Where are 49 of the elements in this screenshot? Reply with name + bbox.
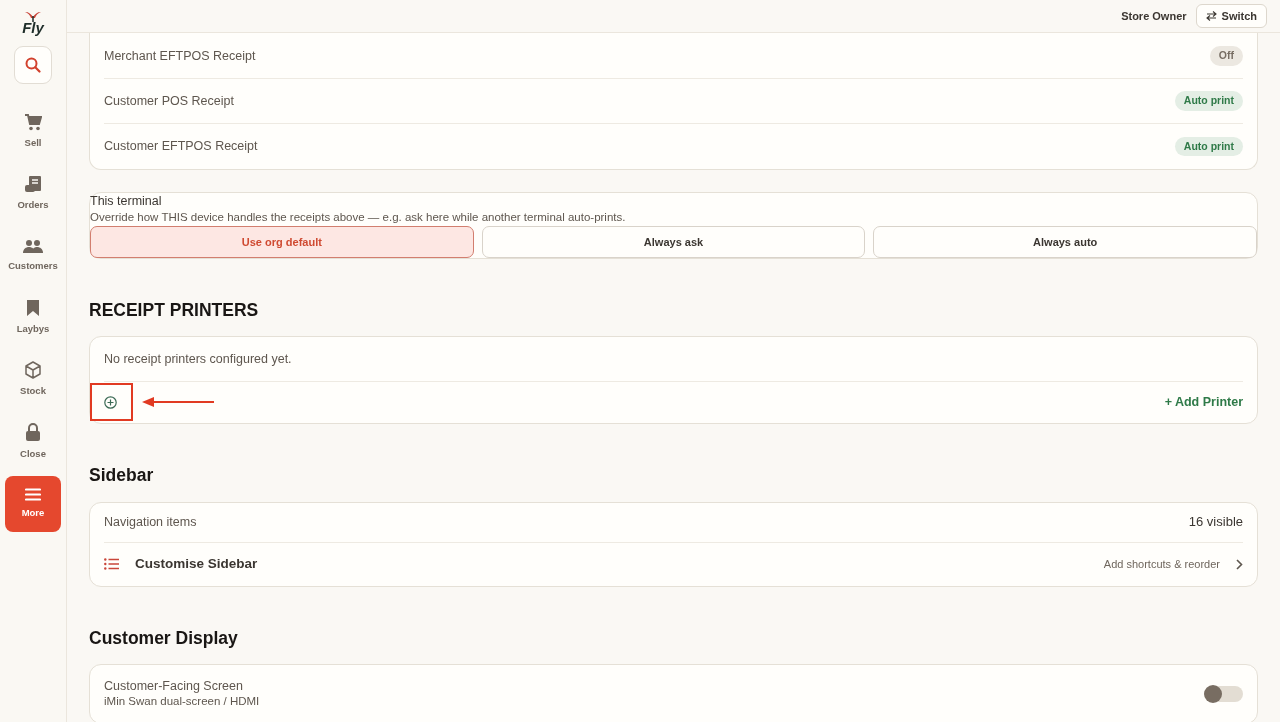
list-icon bbox=[104, 558, 119, 570]
plus-circle-icon[interactable] bbox=[104, 396, 117, 410]
menu-icon bbox=[25, 487, 41, 501]
search-icon bbox=[25, 57, 41, 73]
nav-item[interactable]: Sell bbox=[5, 104, 61, 160]
receipt-icon bbox=[24, 175, 42, 194]
empty-message: No receipt printers configured yet. bbox=[104, 350, 292, 368]
people-icon bbox=[23, 238, 43, 254]
option-button[interactable]: Always auto bbox=[873, 226, 1257, 258]
nav-item[interactable]: Close bbox=[5, 414, 61, 470]
receipt-label: Customer EFTPOS Receipt bbox=[104, 138, 258, 156]
status-pill: Auto print bbox=[1174, 136, 1243, 157]
bird-logo-icon bbox=[24, 10, 42, 22]
section-title: This terminal bbox=[90, 194, 163, 209]
nav-item[interactable]: Laybys bbox=[5, 290, 61, 346]
user-role: Store Owner bbox=[1121, 8, 1187, 24]
receipt-label: Merchant EFTPOS Receipt bbox=[104, 47, 256, 65]
hint-text: Add shortcuts & reorder bbox=[1103, 556, 1220, 572]
highlight-frame bbox=[90, 383, 133, 422]
device-subtitle: iMin Swan dual-screen / HDMI bbox=[104, 694, 260, 710]
lock-icon bbox=[25, 422, 41, 442]
option-button[interactable]: Always ask bbox=[481, 226, 866, 258]
nav-item[interactable]: More bbox=[5, 476, 61, 532]
chevron-icon[interactable] bbox=[1236, 558, 1243, 570]
box-icon bbox=[24, 361, 42, 380]
device-title: Customer-Facing Screen bbox=[104, 678, 244, 695]
customise-sidebar-link[interactable]: Customise Sidebar bbox=[135, 553, 258, 575]
add-printer-button[interactable]: + Add Printer bbox=[1164, 393, 1243, 413]
row-label: Navigation items bbox=[104, 513, 197, 531]
option-button[interactable]: Use org default bbox=[90, 226, 474, 258]
bookmark-icon bbox=[26, 299, 40, 318]
switch-button[interactable]: Switch bbox=[1195, 3, 1267, 29]
description-text: Override how THIS device handles the receipts above — e.g. ask here while another terminal auto-prints. bbox=[90, 210, 627, 225]
logo-text: Fly bbox=[22, 20, 44, 35]
nav-item[interactable]: Stock bbox=[5, 352, 61, 408]
search-button[interactable] bbox=[14, 46, 52, 84]
swap-icon bbox=[1205, 11, 1217, 21]
nav-item[interactable]: Orders bbox=[5, 166, 61, 222]
nav-item[interactable]: Customers bbox=[5, 228, 61, 284]
cart-icon bbox=[24, 113, 42, 131]
section-heading: RECEIPT PRINTERS bbox=[89, 299, 260, 322]
status-pill: Auto print bbox=[1174, 91, 1243, 111]
receipt-label: Customer POS Receipt bbox=[104, 92, 234, 110]
count-value: 16 visible bbox=[1188, 513, 1243, 532]
section-heading: Customer Display bbox=[89, 626, 239, 650]
status-pill: Off bbox=[1209, 46, 1243, 66]
section-heading: Sidebar bbox=[89, 464, 155, 488]
arrow-annotation bbox=[142, 396, 214, 409]
toggle-switch[interactable] bbox=[1205, 685, 1243, 702]
